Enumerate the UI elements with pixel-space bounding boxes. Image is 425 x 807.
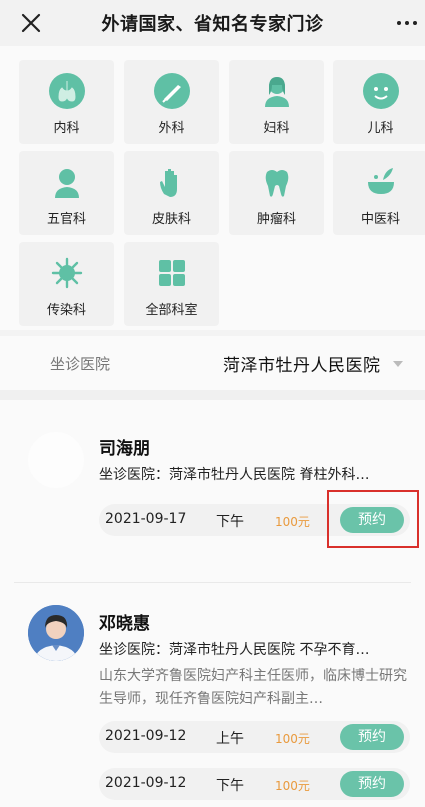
slot-date: 2021-09-17 — [105, 511, 187, 527]
hand-icon — [154, 164, 190, 200]
slot-period: 上午 — [216, 731, 244, 747]
avatar — [28, 432, 84, 488]
dept-surgery[interactable]: 外科 — [124, 60, 219, 144]
book-button[interactable]: 预约 — [340, 771, 404, 797]
avatar — [28, 605, 84, 661]
slot-period: 下午 — [216, 514, 244, 530]
dept-infectious[interactable]: 传染科 — [19, 242, 114, 326]
book-button[interactable]: 预约 — [340, 724, 404, 750]
chevron-down-icon[interactable] — [393, 361, 403, 367]
dept-ent[interactable]: 五官科 — [19, 151, 114, 235]
dept-pediatrics[interactable]: 儿科 — [333, 60, 425, 144]
woman-icon — [259, 73, 295, 109]
top-bar: 外请国家、省知名专家门诊 — [0, 0, 425, 46]
dept-tcm[interactable]: 中医科 — [333, 151, 425, 235]
dept-label: 儿科 — [367, 121, 394, 136]
more-icon[interactable] — [397, 14, 421, 32]
hospital-filter[interactable]: 坐诊医院 菏泽市牡丹人民医院 — [0, 336, 425, 390]
grid-icon — [154, 255, 190, 291]
schedule-slot: 2021-09-12 下午 100元 预约 — [99, 768, 410, 800]
dept-label: 皮肤科 — [151, 212, 191, 227]
hospital-filter-value[interactable]: 菏泽市牡丹人民医院 — [223, 351, 381, 376]
dept-oncology[interactable]: 肿瘤科 — [229, 151, 324, 235]
highlight-box — [327, 490, 419, 548]
dept-label: 全部科室 — [145, 303, 198, 318]
department-grid: 内科 外科 妇科 儿科 五官科 皮肤科 肿瘤科 中医科 传染科 全部科室 — [0, 46, 425, 330]
doctor-list: 司海朋 坐诊医院：菏泽市牡丹人民医院 脊柱外科… 2021-09-17 下午 1… — [0, 400, 425, 807]
doctor-name: 司海朋 — [99, 439, 150, 459]
slot-price: 100元 — [275, 732, 310, 746]
dept-label: 肿瘤科 — [256, 212, 296, 227]
slot-period: 下午 — [216, 778, 244, 794]
slot-date: 2021-09-12 — [105, 775, 187, 791]
slot-date: 2021-09-12 — [105, 728, 187, 744]
child-face-icon — [362, 73, 399, 109]
slot-price: 100元 — [275, 779, 310, 793]
dept-label: 外科 — [158, 121, 185, 136]
dept-label: 传染科 — [46, 303, 86, 318]
doctor-name: 邓晓惠 — [99, 614, 150, 634]
doctor-description: 山东大学齐鲁医院妇产科主任医师，临床博士研究生导师，现任齐鲁医院妇产科副主… — [99, 668, 407, 707]
dept-label: 五官科 — [46, 212, 86, 227]
dept-internal[interactable]: 内科 — [19, 60, 114, 144]
hospital-filter-label: 坐诊医院 — [50, 354, 111, 373]
dept-label: 妇科 — [263, 121, 290, 136]
dept-all[interactable]: 全部科室 — [124, 242, 219, 326]
page-title: 外请国家、省知名专家门诊 — [101, 14, 324, 35]
person-bust-icon — [49, 164, 85, 200]
scalpel-icon — [153, 73, 190, 109]
section-gap — [0, 390, 425, 400]
tooth-icon — [259, 164, 295, 200]
lungs-icon — [48, 73, 85, 109]
doctor-hospital: 坐诊医院：菏泽市牡丹人民医院 脊柱外科… — [99, 467, 370, 483]
doctor-card[interactable]: 邓晓惠 坐诊医院：菏泽市牡丹人民医院 不孕不育… 山东大学齐鲁医院妇产科主任医师… — [0, 583, 425, 807]
herbal-bowl-icon — [363, 164, 399, 200]
close-icon[interactable] — [18, 10, 44, 36]
slot-price: 100元 — [275, 515, 310, 529]
dept-gynecology[interactable]: 妇科 — [229, 60, 324, 144]
schedule-slot: 2021-09-12 上午 100元 预约 — [99, 721, 410, 753]
dept-dermatology[interactable]: 皮肤科 — [124, 151, 219, 235]
dept-label: 中医科 — [360, 212, 400, 227]
doctor-hospital: 坐诊医院：菏泽市牡丹人民医院 不孕不育… — [99, 642, 370, 658]
virus-icon — [49, 255, 85, 291]
dept-label: 内科 — [53, 121, 80, 136]
